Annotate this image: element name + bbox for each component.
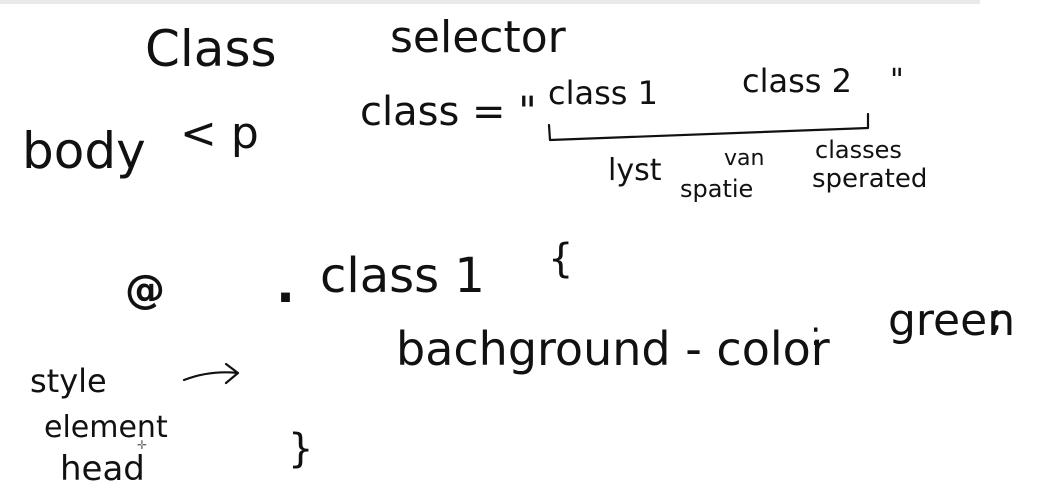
open-brace: { bbox=[548, 236, 573, 282]
body-word: body bbox=[22, 122, 146, 180]
css-colon: : bbox=[810, 314, 821, 354]
note-head: head bbox=[60, 449, 145, 489]
title-selector: selector bbox=[390, 12, 567, 63]
close-brace: } bbox=[288, 426, 313, 472]
note-lyst: lyst bbox=[608, 153, 662, 188]
note-van: van bbox=[724, 146, 764, 171]
scribble-mark: @ bbox=[125, 267, 165, 313]
class-attribute: class = " bbox=[360, 89, 537, 135]
note-spatie: spatie bbox=[680, 175, 753, 203]
closing-quote: " bbox=[890, 63, 904, 98]
class2-value: class 2 bbox=[742, 62, 852, 100]
arrow-icon bbox=[182, 362, 240, 385]
note-sperated: sperated bbox=[812, 164, 927, 194]
p-tag: < p bbox=[180, 108, 259, 159]
title-class: Class bbox=[145, 20, 277, 78]
note-style: style bbox=[30, 362, 107, 400]
note-classes: classes bbox=[815, 136, 902, 164]
selector-class1: class 1 bbox=[320, 248, 485, 304]
note-element: element bbox=[44, 410, 168, 445]
class1-value: class 1 bbox=[548, 74, 658, 112]
css-semicolon: ; bbox=[990, 295, 1003, 339]
selector-dot: . bbox=[276, 256, 295, 314]
whiteboard-canvas[interactable]: Class selector body < p class = " class … bbox=[0, 0, 1061, 502]
css-property: bachground - color bbox=[396, 322, 830, 376]
crosshair-cursor-icon: ✛ bbox=[137, 438, 148, 452]
